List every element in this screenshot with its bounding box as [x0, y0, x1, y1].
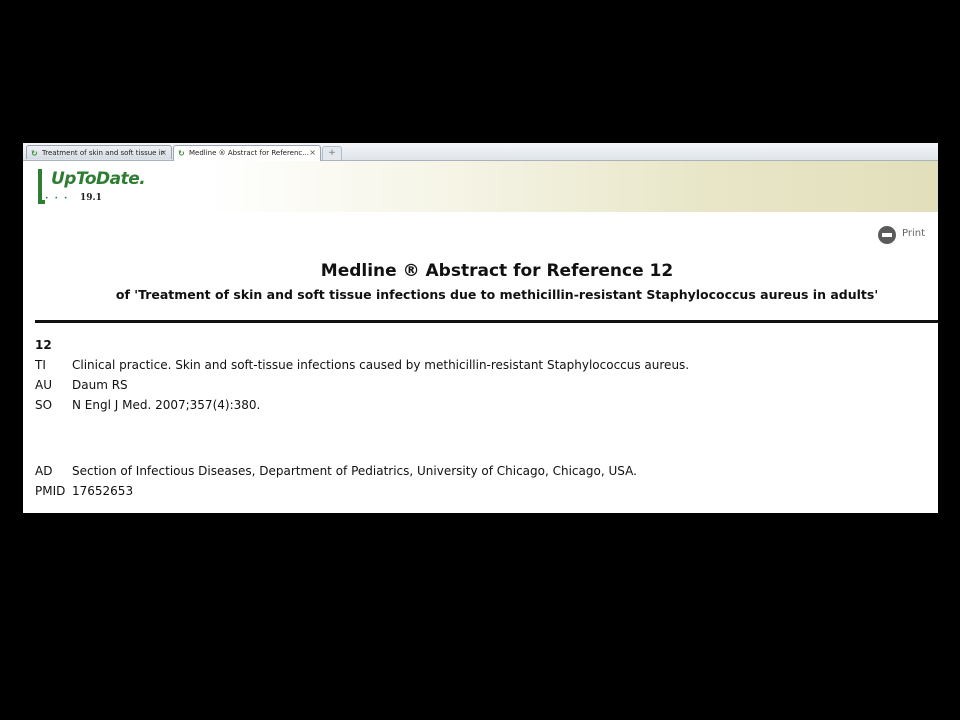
field-value-author: Daum RS	[72, 378, 128, 392]
printer-icon	[878, 226, 896, 244]
close-tab-icon[interactable]: ×	[160, 146, 167, 159]
tab-label: Treatment of skin and soft tissue inf...	[42, 149, 164, 157]
logo-text[interactable]: UpToDate.	[51, 169, 146, 189]
field-key: AU	[35, 378, 52, 392]
field-key: AD	[35, 464, 53, 478]
print-label: Print	[902, 228, 926, 239]
divider	[35, 320, 938, 323]
header-banner: • • • UpToDate. 19.1	[23, 161, 938, 212]
reference-number: 12	[35, 338, 52, 352]
uptodate-favicon-icon: ↻	[31, 149, 38, 158]
field-key: SO	[35, 398, 53, 412]
new-tab-button[interactable]: +	[322, 146, 342, 160]
tab-label: Medline ® Abstract for Referenc...	[189, 149, 309, 157]
field-value-title: Clinical practice. Skin and soft-tissue …	[72, 358, 690, 372]
page-title: Medline ® Abstract for Reference 12	[320, 261, 674, 281]
uptodate-clock-logo-icon	[38, 169, 45, 204]
field-value-pmid: 17652653	[72, 484, 134, 498]
reference-number-row: 12	[35, 338, 52, 354]
field-value-source: N Engl J Med. 2007;357(4):380.	[72, 398, 261, 412]
tab-medline-abstract[interactable]: ↻ Medline ® Abstract for Referenc... ×	[173, 145, 321, 161]
field-key: TI	[35, 358, 46, 372]
tab-bar: ↻ Treatment of skin and soft tissue inf..…	[23, 143, 938, 161]
close-tab-icon[interactable]: ×	[309, 146, 316, 160]
page-subtitle: of 'Treatment of skin and soft tissue in…	[115, 287, 879, 302]
logo-version: 19.1	[80, 193, 102, 203]
tab-treatment[interactable]: ↻ Treatment of skin and soft tissue inf..…	[26, 145, 172, 159]
uptodate-favicon-icon: ↻	[178, 149, 185, 158]
field-key: PMID	[35, 484, 66, 498]
browser-window: ↻ Treatment of skin and soft tissue inf..…	[23, 143, 938, 513]
field-value-address: Section of Infectious Diseases, Departme…	[72, 464, 637, 478]
logo-clock-dots: • • •	[45, 195, 70, 202]
